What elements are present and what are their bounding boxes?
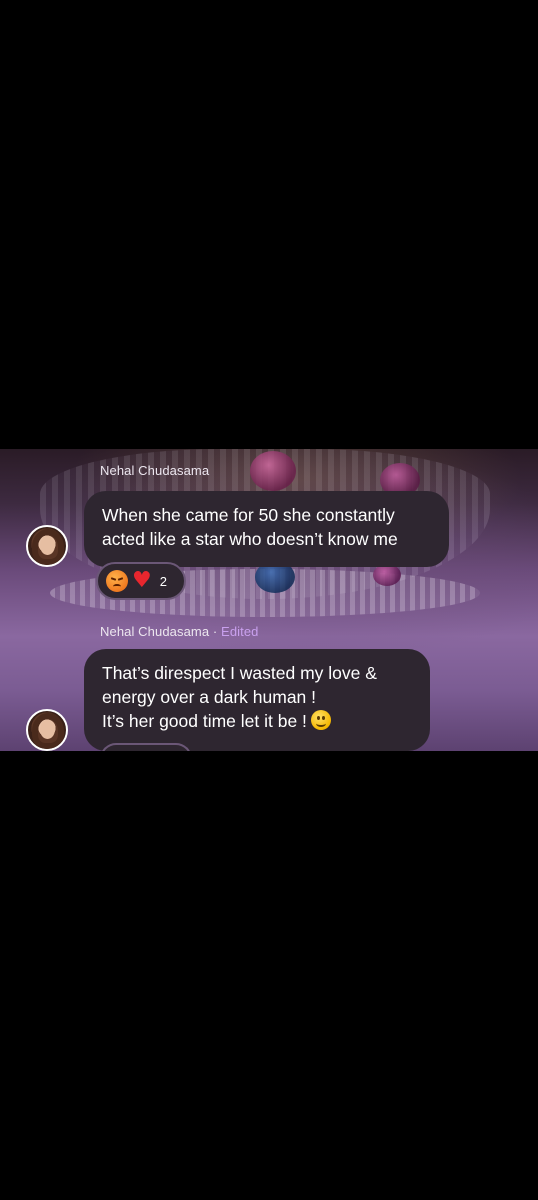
message-line: acted like a star who doesn’t know me xyxy=(102,529,398,549)
message-line: That’s direspect I wasted my love & xyxy=(102,663,377,683)
chat-screenshot: Nehal Chudasama When she came for 50 she… xyxy=(0,449,538,751)
avatar[interactable] xyxy=(26,525,68,567)
author-name[interactable]: Nehal Chudasama xyxy=(100,624,209,639)
message-bubble[interactable]: That’s direspect I wasted my love & ener… xyxy=(84,649,430,751)
author-separator: · xyxy=(209,624,222,639)
gem-decoration xyxy=(373,564,401,586)
message-author[interactable]: Nehal Chudasama xyxy=(100,463,209,478)
message-line-with-emoji: It’s her good time let it be ! xyxy=(102,709,412,733)
red-heart-icon: ♥ xyxy=(132,568,152,593)
message-line: It’s her good time let it be ! xyxy=(102,711,307,731)
page: Nehal Chudasama When she came for 50 she… xyxy=(0,0,538,1200)
avatar-face xyxy=(40,720,55,739)
angry-face-icon xyxy=(106,570,128,592)
message-author[interactable]: Nehal Chudasama · Edited xyxy=(100,624,259,639)
edited-label: Edited xyxy=(221,624,259,639)
reaction-count: 2 xyxy=(159,573,167,589)
avatar-face xyxy=(40,536,55,555)
message-line: When she came for 50 she constantly xyxy=(102,505,395,525)
message-bubble[interactable]: When she came for 50 she constantly acte… xyxy=(84,491,449,567)
avatar[interactable] xyxy=(26,709,68,751)
reaction-bar-partial[interactable] xyxy=(100,743,192,751)
slightly-smiling-face-icon xyxy=(310,710,331,730)
reaction-bar[interactable]: ♥ 2 xyxy=(96,562,186,600)
gem-decoration xyxy=(250,451,296,491)
message-line: energy over a dark human ! xyxy=(102,687,317,707)
author-name[interactable]: Nehal Chudasama xyxy=(100,463,209,478)
